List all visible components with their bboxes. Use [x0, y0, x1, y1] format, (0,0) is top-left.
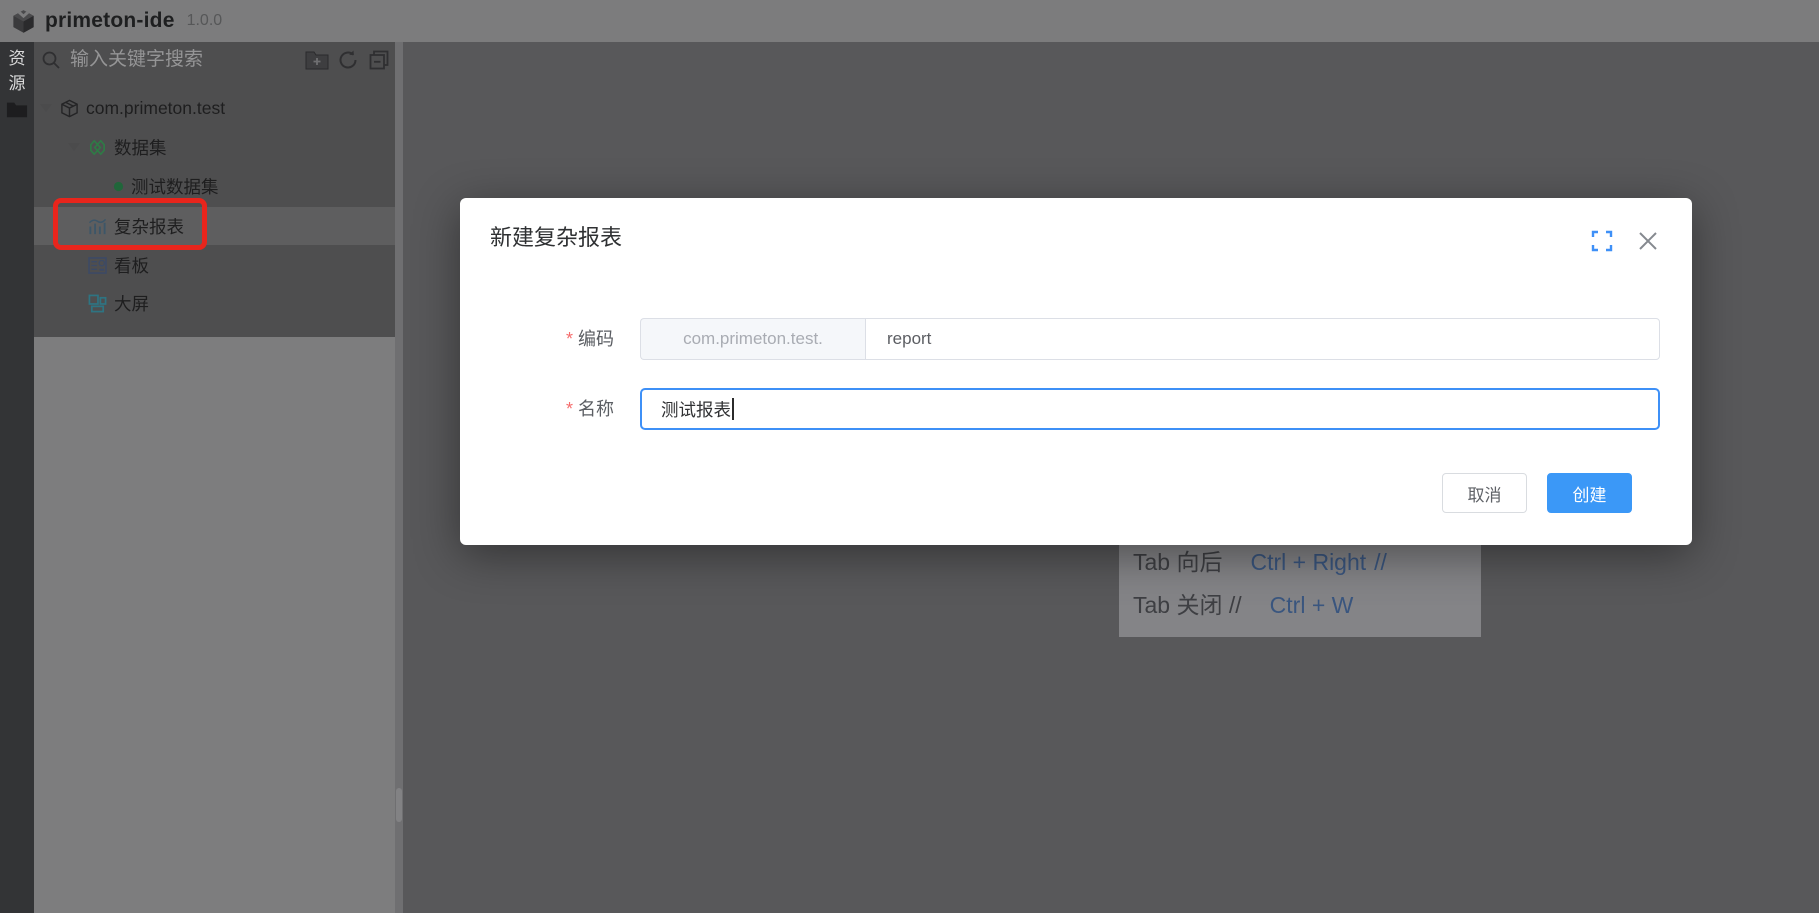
caret-down-icon[interactable]: [68, 143, 80, 151]
dashboard-icon: [88, 257, 107, 274]
hint-suffix: //: [1374, 549, 1387, 575]
tree-item-label: com.primeton.test: [86, 98, 225, 119]
hint-label: Tab 关闭 //: [1133, 592, 1242, 618]
tree-item-label: 数据集: [114, 135, 167, 160]
code-field-label: *编码: [566, 318, 614, 360]
report-chart-icon: [88, 217, 107, 236]
app-logo-icon: [10, 8, 37, 35]
search-bar: [34, 42, 395, 78]
app-version: 1.0.0: [187, 12, 223, 30]
search-icon: [41, 50, 61, 70]
folder-tab-icon[interactable]: [6, 99, 28, 119]
caret-down-icon[interactable]: [40, 104, 52, 112]
required-mark: *: [566, 329, 573, 349]
tree-item-complex-report[interactable]: 复杂报表: [34, 207, 449, 245]
tree-item-label: 复杂报表: [114, 214, 184, 239]
shortcut-hint-line: Tab 关闭 // Ctrl + W: [1133, 586, 1361, 620]
tree-item-label: 测试数据集: [131, 174, 219, 199]
hint-shortcut: Ctrl + Right: [1250, 549, 1366, 575]
hint-label: Tab 向后: [1133, 549, 1222, 575]
resource-sidebar: com.primeton.test 数据集 测试数据集 复杂报表: [34, 42, 395, 913]
app-title: primeton-ide: [45, 9, 175, 33]
tree-item-bigscreen[interactable]: 大屏: [34, 284, 449, 322]
search-input[interactable]: [68, 48, 305, 72]
tab-resources[interactable]: 资 源: [0, 46, 34, 96]
bigscreen-icon: [88, 294, 107, 313]
name-input[interactable]: 测试报表: [640, 388, 1660, 430]
tree-item-label: 看板: [114, 253, 149, 278]
name-field-label: *名称: [566, 388, 614, 430]
resource-tree-panel: com.primeton.test 数据集 测试数据集 复杂报表: [34, 42, 395, 337]
new-complex-report-dialog: 新建复杂报表 *编码 com.primeton.test. *名称 测试报表 取…: [460, 198, 1692, 545]
tree-item-dataset-folder[interactable]: 数据集: [34, 128, 429, 166]
title-bar: primeton-ide 1.0.0: [0, 0, 1819, 42]
tree-item-label: 大屏: [114, 291, 149, 316]
activity-bar: 资 源: [0, 42, 34, 913]
dialog-title: 新建复杂报表: [490, 220, 622, 252]
text-cursor: [732, 398, 734, 420]
close-icon[interactable]: [1636, 229, 1660, 253]
refresh-button[interactable]: [336, 48, 360, 72]
tree-item-package[interactable]: com.primeton.test: [34, 89, 401, 127]
code-input[interactable]: [865, 318, 1660, 360]
create-button[interactable]: 创建: [1547, 473, 1632, 513]
new-folder-button[interactable]: [305, 48, 329, 72]
hint-shortcut: Ctrl + W: [1270, 592, 1354, 618]
dataset-icon: [88, 138, 107, 157]
package-icon: [60, 99, 79, 118]
name-input-value: 测试报表: [661, 397, 731, 422]
code-input-group: com.primeton.test.: [640, 318, 1660, 360]
tree-item-kanban[interactable]: 看板: [34, 246, 449, 284]
cancel-button[interactable]: 取消: [1442, 473, 1527, 513]
shortcut-hint-line: Tab 向后 Ctrl + Right //: [1133, 543, 1387, 577]
green-dot-icon: [113, 181, 124, 192]
code-prefix: com.primeton.test.: [640, 318, 865, 360]
required-mark: *: [566, 399, 573, 419]
collapse-panels-button[interactable]: [367, 48, 391, 72]
search-actions: [305, 48, 391, 72]
sidebar-scrollbar[interactable]: [395, 42, 403, 913]
fullscreen-icon[interactable]: [1591, 230, 1613, 252]
scrollbar-thumb[interactable]: [396, 788, 402, 822]
